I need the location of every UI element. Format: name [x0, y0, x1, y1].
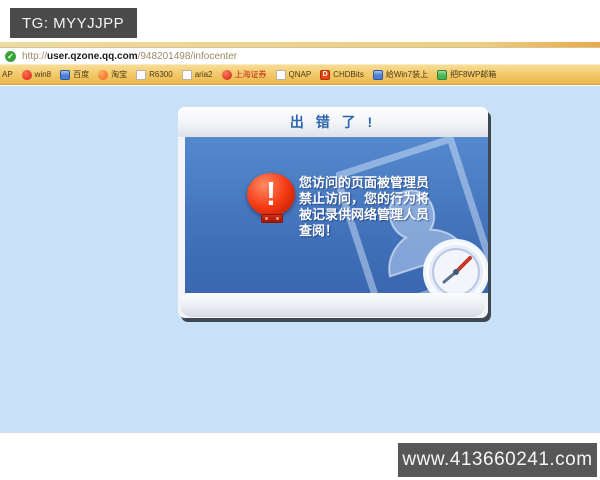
bookmark-label: 把F8WP邮箱 — [450, 70, 497, 79]
bookmark-favicon-icon — [181, 69, 192, 80]
error-message-line: 您访问的页面被管理员 — [299, 175, 430, 190]
alert-exclamation-icon: ! — [247, 173, 297, 223]
bookmark-label: CHDBits — [333, 70, 364, 79]
bookmark-favicon-icon — [437, 69, 448, 80]
alert-base — [261, 214, 283, 223]
error-message-line: 查阅！ — [299, 223, 339, 238]
bookmark-item[interactable]: win8 — [21, 69, 52, 80]
bookmark-favicon-icon — [60, 69, 71, 80]
url-host: user.qzone.qq.com — [47, 50, 138, 62]
error-message-line: 禁止访问，您的行为将 — [299, 191, 430, 206]
bookmark-label: aria2 — [194, 70, 213, 79]
bookmark-item[interactable]: 给Win7装上 — [372, 69, 429, 80]
bookmark-favicon-icon — [372, 69, 383, 80]
qzone-page-background: 出 错 了 ! ! 您访问的页面被管理员 禁止访问，您的行为将 被记录供网络管理… — [0, 86, 600, 433]
bookmark-label: QNAP — [288, 70, 312, 79]
screenshot-canvas: TG: MYYJJPP ✓ http://user.qzone.qq.com/9… — [0, 0, 600, 480]
bookmark-favicon-icon — [221, 69, 232, 80]
bookmark-label: 给Win7装上 — [385, 70, 429, 79]
error-message: 您访问的页面被管理员 禁止访问，您的行为将 被记录供网络管理人员 查阅！ — [299, 175, 459, 239]
url-path: /948201498/infocenter — [137, 50, 238, 62]
bookmark-item[interactable]: AP — [2, 70, 13, 79]
bookmark-favicon-icon — [98, 69, 109, 80]
bookmark-label: win8 — [34, 70, 52, 79]
bookmark-item[interactable]: D CHDBits — [320, 69, 364, 80]
error-message-line: 被记录供网络管理人员 — [299, 207, 430, 222]
error-dialog: 出 错 了 ! ! 您访问的页面被管理员 禁止访问，您的行为将 被记录供网络管理… — [178, 107, 488, 318]
error-dialog-title: 出 错 了 ! — [289, 114, 377, 130]
error-dialog-body: ! 您访问的页面被管理员 禁止访问，您的行为将 被记录供网络管理人员 查阅！ — [185, 137, 488, 293]
bookmark-label: 淘宝 — [111, 70, 128, 79]
tg-banner-text: TG: MYYJJPP — [22, 14, 125, 32]
bookmark-item[interactable]: 淘宝 — [98, 69, 127, 80]
bookmark-label: 百度 — [73, 70, 90, 79]
bookmark-item[interactable]: 百度 — [60, 69, 89, 80]
alert-ball: ! — [247, 173, 295, 216]
bookmark-label: 上海证券 — [234, 70, 267, 79]
url-text: http://user.qzone.qq.com/948201498/infoc… — [22, 51, 237, 62]
error-dialog-header: 出 错 了 ! — [178, 107, 488, 137]
bookmark-label: AP — [2, 70, 13, 79]
site-banner: www.413660241.com — [398, 443, 597, 477]
bookmark-label: R6300 — [149, 70, 173, 79]
bookmark-item[interactable]: aria2 — [181, 69, 213, 80]
bookmark-item[interactable]: R6300 — [136, 69, 173, 80]
address-bar[interactable]: ✓ http://user.qzone.qq.com/948201498/inf… — [0, 48, 600, 64]
bookmark-favicon-icon — [136, 69, 147, 80]
security-check-icon[interactable]: ✓ — [5, 50, 16, 62]
bookmark-favicon-icon — [21, 69, 32, 80]
bookmark-item[interactable]: 把F8WP邮箱 — [437, 69, 496, 80]
bookmark-item[interactable]: QNAP — [275, 69, 312, 80]
bookmark-favicon-icon: D — [320, 69, 331, 80]
bookmark-item[interactable]: 上海证券 — [221, 69, 267, 80]
tg-banner: TG: MYYJJPP — [10, 8, 137, 38]
url-prefix: http:// — [22, 50, 48, 62]
bookmark-favicon-icon — [275, 69, 286, 80]
bookmarks-bar: AP win8 百度 淘宝 R6300 aria2 上海证券 QNAP D CH… — [0, 64, 600, 85]
site-banner-text: www.413660241.com — [402, 449, 593, 470]
error-dialog-footer — [180, 293, 485, 317]
